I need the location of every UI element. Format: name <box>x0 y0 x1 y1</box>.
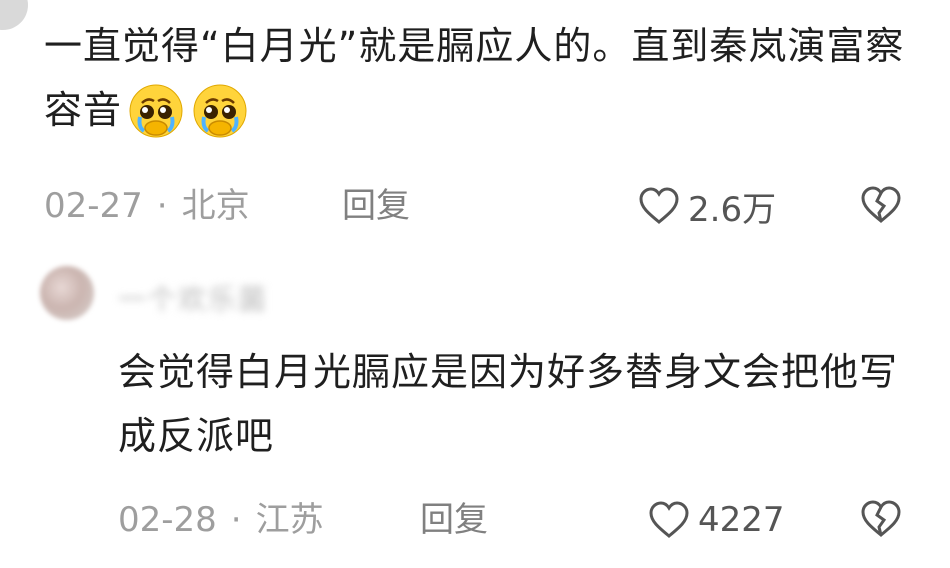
comment-location: 北京 <box>181 186 250 226</box>
separator-dot: · <box>156 186 168 226</box>
reply-text: 会觉得白月光膈应是因为好多替身文会把他写成反派吧 <box>118 350 899 458</box>
like-count: 2.6万 <box>688 189 777 230</box>
reply-username[interactable]: 一个欢乐菌 <box>118 278 268 318</box>
reply-button[interactable]: 回复 <box>342 184 410 228</box>
crying-face-emoji-icon <box>193 84 247 138</box>
heart-icon <box>649 501 689 538</box>
broken-heart-icon[interactable] <box>860 186 902 224</box>
avatar-partial[interactable] <box>0 0 28 30</box>
comment-text: 一直觉得“白月光”就是膈应人的。直到秦岚演富察容音 <box>44 14 914 142</box>
like-count: 4227 <box>698 500 785 540</box>
like-button[interactable]: 4227 <box>648 498 785 542</box>
reply-location: 江苏 <box>255 500 324 540</box>
heart-icon <box>639 187 679 224</box>
reply-meta: 02-28 · 江苏 <box>118 498 324 542</box>
reply-date: 02-28 <box>118 500 217 540</box>
broken-heart-icon[interactable] <box>860 500 902 538</box>
comment-meta: 02-27 · 北京 <box>44 184 250 228</box>
separator-dot: · <box>230 500 242 540</box>
comment-date: 02-27 <box>44 186 143 226</box>
reply-button[interactable]: 回复 <box>420 498 488 542</box>
reply-avatar[interactable] <box>40 266 94 320</box>
like-button[interactable]: 2.6万 <box>638 184 777 230</box>
crying-face-emoji-icon <box>129 84 183 138</box>
